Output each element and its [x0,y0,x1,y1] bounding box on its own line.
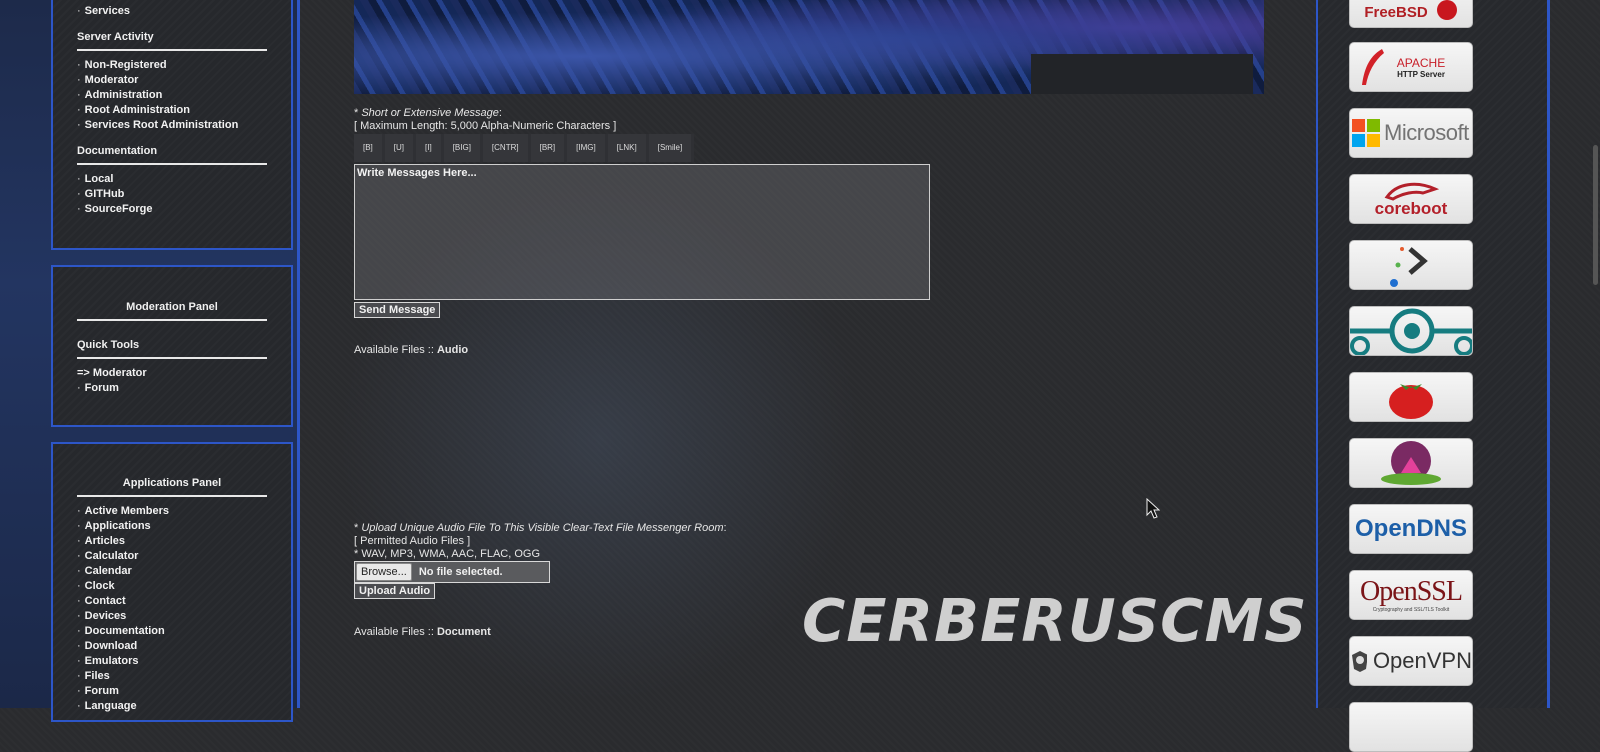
divider [77,357,267,359]
document-files-heading: Available Files :: Document [354,626,491,638]
next-logo[interactable] [1349,702,1473,752]
app-item-calculator[interactable]: · Calculator [77,550,138,562]
browse-button[interactable]: Browse... [356,563,412,581]
format-smile-button[interactable]: [Smile] [648,134,692,162]
nav-item-github[interactable]: · GITHub [77,188,124,200]
moderation-panel: Moderation Panel Quick Tools => Moderato… [51,265,293,427]
app-item-emulators[interactable]: · Emulators [77,655,138,667]
app-item-forum[interactable]: · Forum [77,685,119,697]
quick-tool-forum[interactable]: · Forum [77,382,119,394]
upload-audio-button[interactable]: Upload Audio [354,583,436,599]
app-item-active-members[interactable]: · Active Members [77,505,169,517]
format-big-button[interactable]: [BIG] [443,134,480,162]
app-item-calendar[interactable]: · Calendar [77,565,132,577]
app-item-files[interactable]: · Files [77,670,110,682]
banner-overlay [1031,54,1253,94]
applications-panel: Applications Panel · Active Members · Appli… [51,442,293,722]
divider [77,49,267,51]
format-underline-button[interactable]: [U] [384,134,414,162]
message-textarea[interactable] [354,164,930,300]
audio-files-heading: Available Files :: Audio [354,344,469,356]
app-item-documentation[interactable]: · Documentation [77,625,165,637]
microsoft-logo[interactable]: Microsoft [1349,108,1473,158]
applications-panel-title: Applications Panel [122,477,222,489]
lineageos-logo[interactable] [1349,306,1473,356]
lineageos-icon [1350,308,1472,355]
openssl-logo[interactable]: OpenSSL Cryptography and SSL/TLS Toolkit [1349,570,1473,620]
nav-item-non-registered[interactable]: · Non-Registered [77,59,167,71]
documentation-title: Documentation [77,145,158,157]
header-banner [354,0,1264,94]
nav-item-local[interactable]: · Local [77,173,113,185]
format-bold-button[interactable]: [B] [354,134,382,162]
tomato-logo[interactable] [1349,372,1473,422]
nav-item-root-administration[interactable]: · Root Administration [77,104,190,116]
format-italic-button[interactable]: [I] [416,134,441,162]
nav-item-sourceforge[interactable]: · SourceForge [77,203,153,215]
divider [77,163,267,165]
navigation-panel: · Services Server Activity · Non-Registere… [51,0,293,250]
terminal-project-logo[interactable] [1349,240,1473,290]
format-center-button[interactable]: [CNTR] [482,134,528,162]
file-status: No file selected. [418,566,503,578]
freebsd-logo[interactable]: FreeBSD [1349,0,1473,28]
moderation-panel-title: Moderation Panel [126,301,218,313]
tomato-icon [1389,384,1433,419]
format-break-button[interactable]: [BR] [530,134,565,162]
scrollbar-thumb[interactable] [1593,145,1598,285]
divider [77,495,267,497]
apache-logo[interactable]: APACHE HTTP Server [1349,42,1473,92]
audio-file-input[interactable]: Browse... No file selected. [354,561,550,583]
message-max-length: [ Maximum Length: 5,000 Alpha-Numeric Ch… [354,120,617,132]
audio-permitted-label: [ Permitted Audio Files ] [354,535,471,547]
format-image-button[interactable]: [IMG] [567,134,605,162]
right-edge-divider [1547,0,1550,708]
app-item-download[interactable]: · Download [77,640,137,652]
app-item-applications[interactable]: · Applications [77,520,151,532]
openvpn-shield-icon [1352,651,1367,672]
quick-tool-moderator[interactable]: => Moderator [77,367,147,379]
app-item-clock[interactable]: · Clock [77,580,115,592]
app-item-contact[interactable]: · Contact [77,595,126,607]
nav-item-moderator[interactable]: · Moderator [77,74,138,86]
coreboot-rabbit-icon [1384,182,1439,201]
message-label: * Short or Extensive Message: [354,107,502,119]
coreboot-logo[interactable]: coreboot [1349,174,1473,224]
nav-item-administration[interactable]: · Administration [77,89,162,101]
site-title: CERBERUSCMS 4 [802,586,1372,655]
microsoft-windows-icon [1352,119,1380,147]
audio-upload-label: * Upload Unique Audio File To This Visib… [354,522,727,534]
server-activity-title: Server Activity [77,31,154,43]
app-item-devices[interactable]: · Devices [77,610,126,622]
apache-feather-icon [1362,49,1384,85]
divider [77,319,267,321]
send-message-button[interactable]: Send Message [354,302,441,318]
nav-item-services[interactable]: · Services [77,5,130,17]
quick-tools-title: Quick Tools [77,339,140,351]
audio-formats-label: * WAV, MP3, WMA, AAC, FLAC, OGG [354,548,541,560]
left-divider [297,0,300,708]
openvpn-logo[interactable]: OpenVPN [1349,636,1473,686]
format-toolbar: [B] [U] [I] [BIG] [CNTR] [BR] [IMG] [LNK… [354,134,695,162]
app-item-language[interactable]: · Language [77,700,137,712]
lotus-icon [1381,441,1441,485]
lotus-logo[interactable] [1349,438,1473,488]
nav-item-services-root-administration[interactable]: · Services Root Administration [77,119,238,131]
opendns-logo[interactable]: OpenDNS [1349,504,1473,554]
app-item-articles[interactable]: · Articles [77,535,125,547]
freebsd-daemon-icon [1436,0,1457,20]
terminal-prompt-icon [1390,247,1428,287]
format-link-button[interactable]: [LNK] [607,134,646,162]
mouse-cursor-icon [1146,498,1160,519]
